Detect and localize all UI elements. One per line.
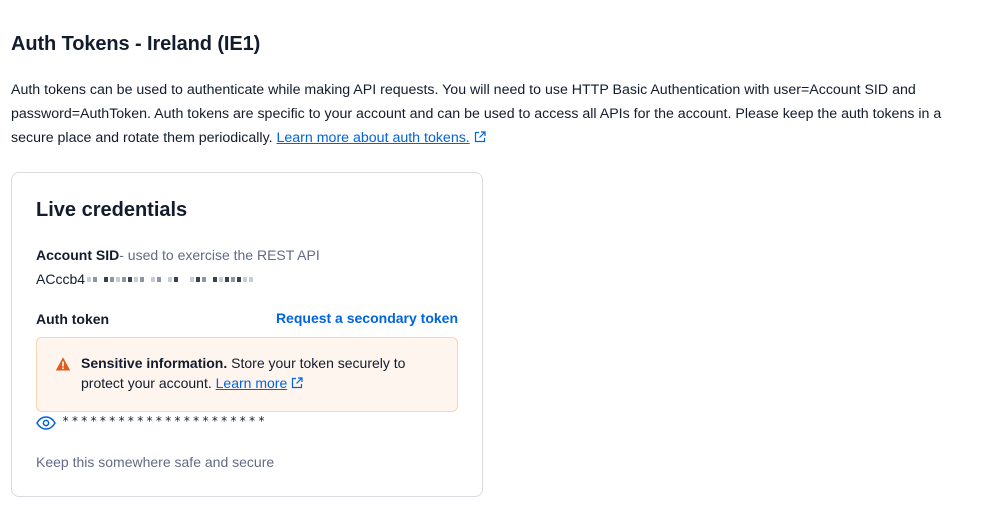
external-link-icon bbox=[474, 131, 486, 143]
warning-learn-more-link[interactable]: Learn more bbox=[216, 375, 288, 391]
live-credentials-card: Live credentials Account SID- used to ex… bbox=[11, 172, 483, 497]
show-token-button[interactable] bbox=[36, 415, 56, 431]
account-sid-label: Account SID bbox=[36, 247, 120, 263]
warning-text: Sensitive information. Store your token … bbox=[81, 353, 441, 393]
sensitive-info-callout: Sensitive information. Store your token … bbox=[36, 337, 458, 412]
auth-tokens-page: Auth Tokens - Ireland (IE1) Auth tokens … bbox=[0, 0, 983, 512]
account-sid-text: ACccb4 bbox=[36, 271, 86, 287]
redacted-sid bbox=[87, 276, 254, 282]
learn-more-auth-tokens-link[interactable]: Learn more about auth tokens. bbox=[277, 130, 470, 146]
token-footnote: Keep this somewhere safe and secure bbox=[36, 454, 275, 470]
request-secondary-token-button[interactable]: Request a secondary token bbox=[276, 310, 458, 326]
account-sid-help: - used to exercise the REST API bbox=[119, 247, 320, 263]
masked-auth-token: ********************** bbox=[62, 414, 268, 428]
external-link-icon bbox=[292, 377, 303, 389]
warning-title: Sensitive information. bbox=[81, 355, 228, 371]
page-title: Auth Tokens - Ireland (IE1) bbox=[11, 33, 261, 55]
page-description: Auth tokens can be used to authenticate … bbox=[11, 78, 976, 150]
account-sid-value[interactable]: ACccb4 bbox=[36, 271, 254, 287]
account-sid-label-row: Account SID- used to exercise the REST A… bbox=[36, 247, 320, 263]
warning-triangle-icon bbox=[55, 357, 71, 371]
auth-token-label: Auth token bbox=[36, 311, 110, 327]
card-title: Live credentials bbox=[36, 199, 188, 221]
eye-icon bbox=[36, 416, 56, 430]
